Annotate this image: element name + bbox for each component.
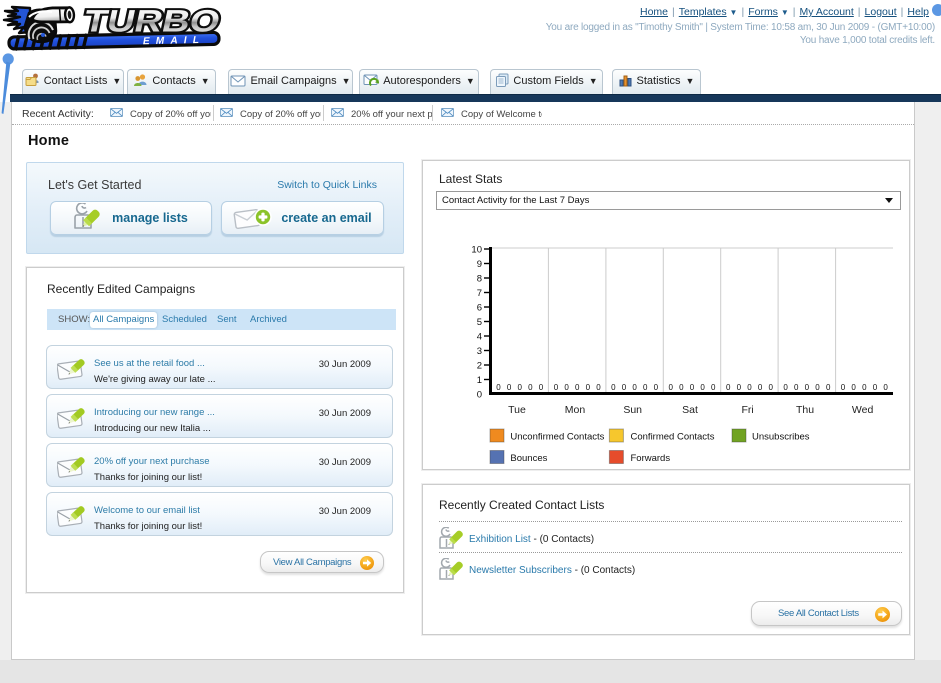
svg-text:Sat: Sat [682, 404, 698, 416]
svg-text:Fri: Fri [741, 404, 753, 416]
svg-text:0 0 0 0 0: 0 0 0 0 0 [554, 383, 602, 392]
svg-text:0 0 0 0 0: 0 0 0 0 0 [669, 383, 717, 392]
svg-text:0 0 0 0 0: 0 0 0 0 0 [726, 383, 774, 392]
svg-text:10: 10 [471, 245, 482, 256]
svg-text:Unsubscribes: Unsubscribes [752, 432, 810, 443]
svg-text:Mon: Mon [565, 404, 586, 416]
svg-text:5: 5 [477, 317, 482, 328]
svg-text:Sun: Sun [623, 404, 642, 416]
svg-text:Unconfirmed Contacts: Unconfirmed Contacts [510, 432, 604, 443]
svg-text:TURBO: TURBO [80, 4, 223, 38]
svg-text:0 0 0 0 0: 0 0 0 0 0 [841, 383, 889, 392]
svg-text:9: 9 [477, 259, 482, 270]
svg-text:8: 8 [477, 274, 482, 285]
svg-text:1: 1 [477, 375, 482, 386]
svg-text:Tue: Tue [508, 404, 526, 416]
svg-text:Confirmed Contacts: Confirmed Contacts [631, 432, 715, 443]
svg-text:Bounces: Bounces [510, 453, 547, 464]
svg-text:0 0 0 0 0: 0 0 0 0 0 [783, 383, 831, 392]
svg-text:4: 4 [477, 332, 482, 343]
svg-text:Wed: Wed [852, 404, 874, 416]
svg-text:2: 2 [477, 361, 482, 372]
svg-text:7: 7 [477, 288, 482, 299]
svg-text:Forwards: Forwards [631, 453, 671, 464]
svg-text:0 0 0 0 0: 0 0 0 0 0 [496, 383, 544, 392]
svg-text:6: 6 [477, 303, 482, 314]
svg-text:Thu: Thu [796, 404, 814, 416]
svg-text:3: 3 [477, 346, 482, 357]
svg-text:0 0 0 0 0: 0 0 0 0 0 [611, 383, 659, 392]
svg-text:0: 0 [477, 390, 482, 401]
